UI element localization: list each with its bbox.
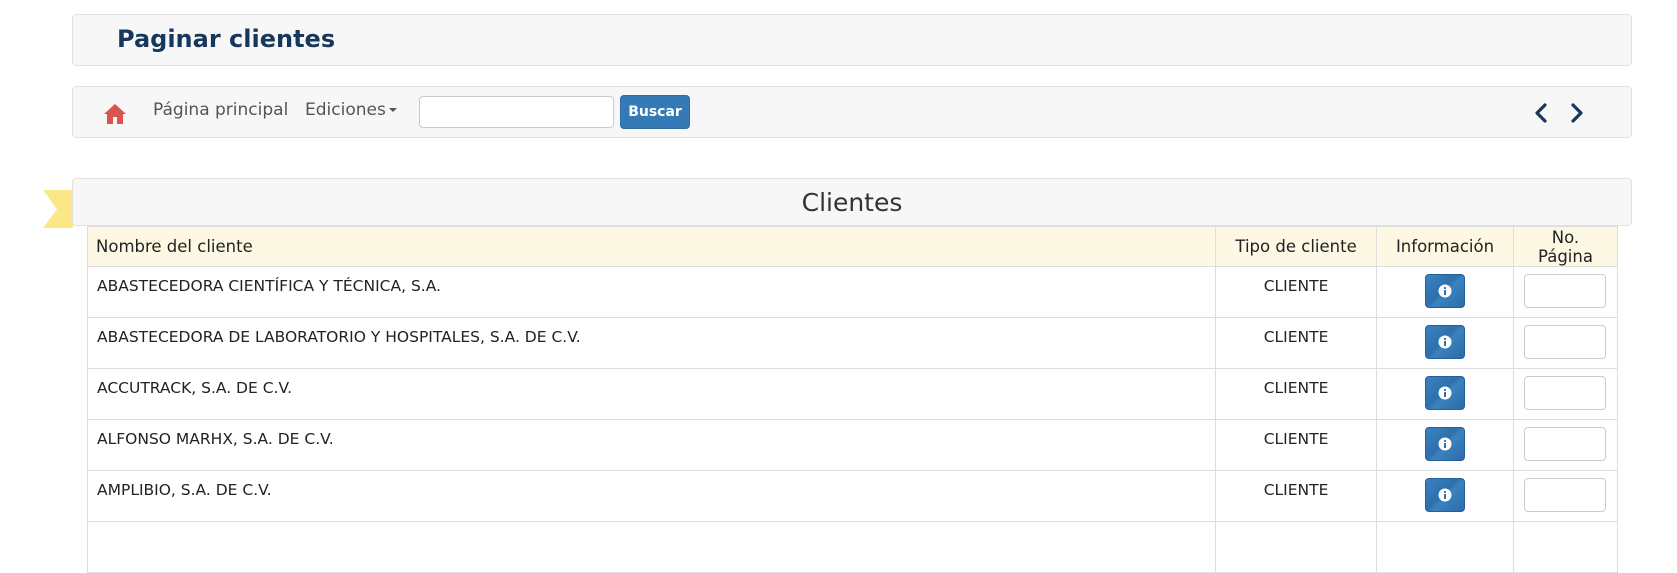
ediciones-label: Ediciones xyxy=(305,100,386,120)
client-name: AMPLIBIO, S.A. DE C.V. xyxy=(86,470,1217,522)
client-name: ABASTECEDORA DE LABORATORIO Y HOSPITALES… xyxy=(86,317,1217,369)
chevron-left-icon[interactable] xyxy=(1534,103,1548,123)
page-cell xyxy=(1512,266,1619,318)
info-cell xyxy=(1376,521,1514,573)
info-icon xyxy=(1438,437,1452,451)
page-cell xyxy=(1512,470,1619,522)
client-type: CLIENTE xyxy=(1215,317,1378,369)
info-icon xyxy=(1438,284,1452,298)
client-name: ALFONSO MARHX, S.A. DE C.V. xyxy=(86,419,1217,471)
nav-home-link[interactable]: Página principal xyxy=(153,100,288,120)
page-number-input[interactable] xyxy=(1524,325,1607,359)
info-button[interactable] xyxy=(1425,325,1465,359)
clients-table: Nombre del cliente Tipo de cliente Infor… xyxy=(86,226,1619,573)
info-icon xyxy=(1438,335,1452,349)
info-cell xyxy=(1376,317,1514,369)
client-type: CLIENTE xyxy=(1215,419,1378,471)
info-cell xyxy=(1376,368,1514,420)
ribbon-decoration xyxy=(43,190,73,228)
table-row: ABASTECEDORA CIENTÍFICA Y TÉCNICA, S.A. … xyxy=(86,266,1619,318)
page-number-input[interactable] xyxy=(1524,478,1607,512)
info-cell xyxy=(1376,266,1514,318)
info-button[interactable] xyxy=(1425,274,1465,308)
page-number-input[interactable] xyxy=(1524,376,1607,410)
client-type xyxy=(1215,521,1378,573)
page-number-input[interactable] xyxy=(1524,427,1607,461)
info-button[interactable] xyxy=(1425,427,1465,461)
page-title: Paginar clientes xyxy=(117,25,336,53)
table-title: Clientes xyxy=(801,188,903,217)
ediciones-dropdown[interactable]: Ediciones xyxy=(305,100,397,120)
navbar: Página principal Ediciones Buscar xyxy=(72,86,1632,138)
table-header-row: Nombre del cliente Tipo de cliente Infor… xyxy=(86,226,1619,267)
page-number-input[interactable] xyxy=(1524,274,1607,308)
info-icon xyxy=(1438,386,1452,400)
page-cell xyxy=(1512,368,1619,420)
page-cell xyxy=(1512,419,1619,471)
column-header-name: Nombre del cliente xyxy=(86,226,1217,267)
caret-down-icon xyxy=(388,108,397,112)
page-cell xyxy=(1512,521,1619,573)
table-row: AMPLIBIO, S.A. DE C.V. CLIENTE xyxy=(86,470,1619,522)
info-button[interactable] xyxy=(1425,478,1465,512)
table-header-panel: Clientes xyxy=(72,178,1632,226)
column-header-page: No. Página xyxy=(1512,226,1619,267)
home-icon[interactable] xyxy=(103,103,127,125)
table-row: ABASTECEDORA DE LABORATORIO Y HOSPITALES… xyxy=(86,317,1619,369)
client-type: CLIENTE xyxy=(1215,368,1378,420)
client-name xyxy=(86,521,1217,573)
client-type: CLIENTE xyxy=(1215,470,1378,522)
search-input[interactable] xyxy=(419,96,614,128)
client-name: ABASTECEDORA CIENTÍFICA Y TÉCNICA, S.A. xyxy=(86,266,1217,318)
page-cell xyxy=(1512,317,1619,369)
info-button[interactable] xyxy=(1425,376,1465,410)
search-button[interactable]: Buscar xyxy=(620,95,690,129)
info-cell xyxy=(1376,470,1514,522)
table-row: ACCUTRACK, S.A. DE C.V. CLIENTE xyxy=(86,368,1619,420)
column-header-info: Información xyxy=(1376,226,1514,267)
info-icon xyxy=(1438,488,1452,502)
column-header-type: Tipo de cliente xyxy=(1215,226,1378,267)
client-name: ACCUTRACK, S.A. DE C.V. xyxy=(86,368,1217,420)
table-row-partial xyxy=(86,521,1619,573)
title-panel: Paginar clientes xyxy=(72,14,1632,66)
info-cell xyxy=(1376,419,1514,471)
table-row: ALFONSO MARHX, S.A. DE C.V. CLIENTE xyxy=(86,419,1619,471)
client-type: CLIENTE xyxy=(1215,266,1378,318)
chevron-right-icon[interactable] xyxy=(1570,103,1584,123)
